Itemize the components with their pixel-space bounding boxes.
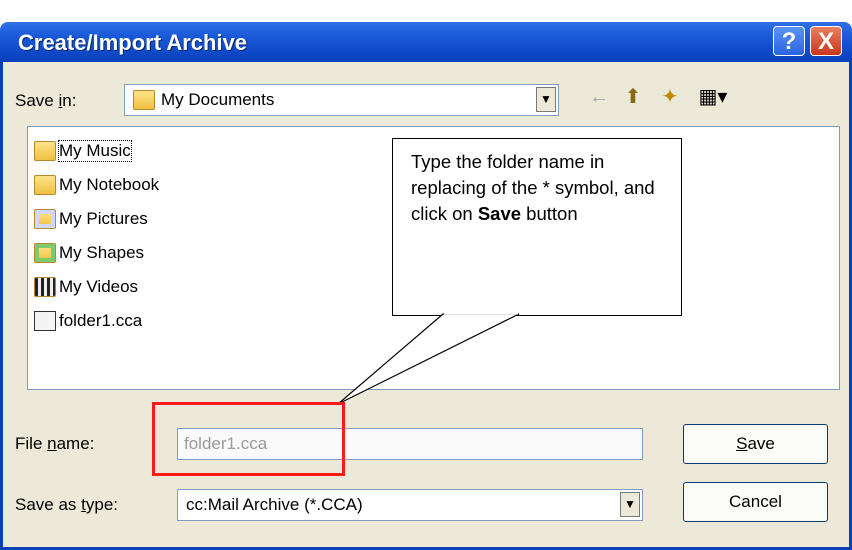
save-as-type-dropdown[interactable]: cc:Mail Archive (*.CCA) ▼ — [177, 489, 643, 521]
close-button[interactable]: X — [810, 26, 842, 56]
my-documents-icon — [133, 90, 155, 110]
file-name-label: File name: — [15, 434, 95, 453]
chevron-down-icon[interactable]: ▼ — [536, 87, 556, 112]
instruction-callout: Type the folder name in replacing of the… — [392, 138, 682, 316]
list-item[interactable]: My Shapes — [34, 239, 144, 267]
highlight-box — [152, 402, 345, 476]
shapes-folder-icon — [34, 243, 56, 263]
list-item[interactable]: My Videos — [34, 273, 138, 301]
save-as-type-label: Save as type: — [15, 495, 119, 514]
list-item[interactable]: My Notebook — [34, 171, 159, 199]
back-icon[interactable]: ← — [587, 86, 611, 110]
list-item[interactable]: folder1.cca — [34, 307, 142, 335]
videos-folder-icon — [34, 277, 56, 297]
dialog-window: Create/Import Archive ? X Save in: My Do… — [0, 0, 852, 550]
folder-icon — [34, 175, 56, 195]
pictures-folder-icon — [34, 209, 56, 229]
help-button[interactable]: ? — [773, 26, 805, 56]
save-in-label: Save in: — [15, 91, 77, 110]
save-as-type-value: cc:Mail Archive (*.CCA) — [186, 495, 363, 514]
music-folder-icon — [34, 141, 56, 161]
cancel-button[interactable]: Cancel — [683, 482, 828, 522]
title-bar[interactable]: Create/Import Archive ? X — [0, 22, 852, 62]
save-in-value: My Documents — [161, 90, 275, 109]
save-button[interactable]: Save — [683, 424, 828, 464]
view-menu-icon[interactable]: ▦▾ — [693, 86, 733, 110]
dialog-body: Save in: My Documents ▼ ← ⬆ ✦ ▦▾ My Musi… — [0, 62, 852, 550]
up-folder-icon[interactable]: ⬆ — [621, 86, 645, 110]
new-folder-icon[interactable]: ✦ — [658, 86, 682, 110]
save-in-dropdown[interactable]: My Documents ▼ — [124, 84, 559, 116]
list-item[interactable]: My Pictures — [34, 205, 148, 233]
archive-file-icon — [34, 311, 56, 331]
window-title: Create/Import Archive — [18, 30, 248, 55]
list-item[interactable]: My Music — [34, 137, 132, 165]
chevron-down-icon[interactable]: ▼ — [620, 492, 640, 517]
